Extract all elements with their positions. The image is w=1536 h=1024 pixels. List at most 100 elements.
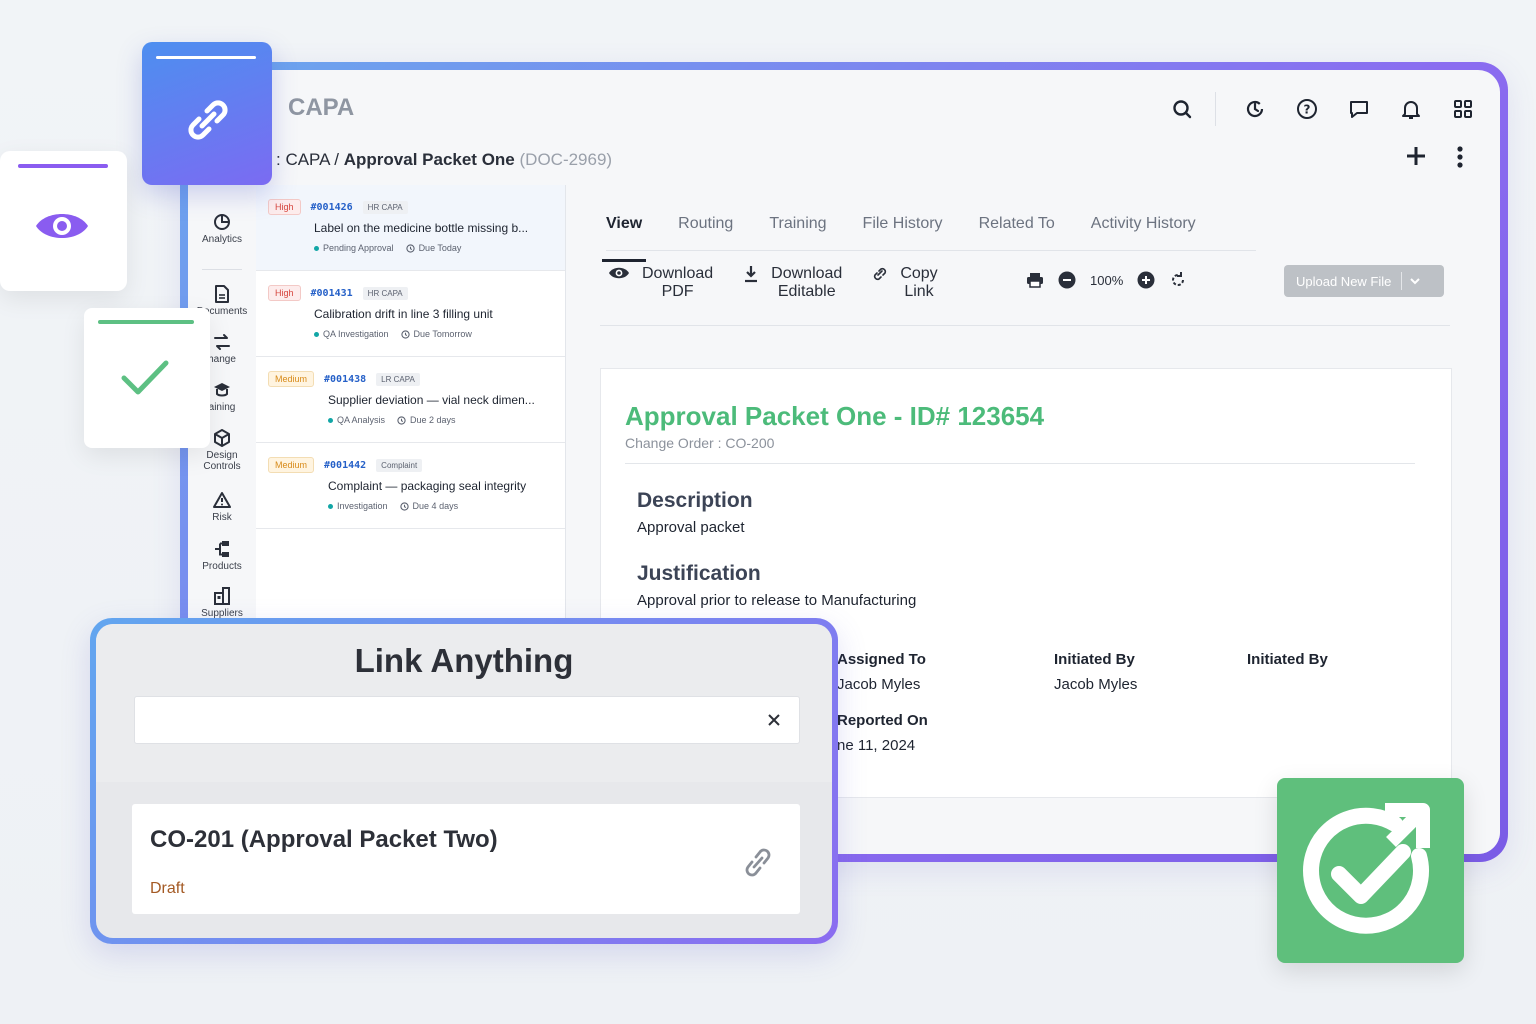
copy-link-label-1: Copy	[900, 265, 938, 282]
description-text: Approval packet	[637, 519, 745, 536]
item-tag: LR CAPA	[376, 372, 420, 386]
sidebar-item-analytics[interactable]: Analytics	[188, 213, 256, 245]
priority-badge: High	[268, 199, 301, 215]
status-dot	[314, 331, 319, 337]
eye-icon	[609, 267, 629, 279]
tab-related-to[interactable]: Related To	[979, 215, 1055, 250]
approve-feature-tile	[84, 308, 210, 448]
justification-heading: Justification	[637, 562, 761, 585]
sidebar-item-label: Products	[202, 561, 242, 572]
chevron-down-icon[interactable]	[1410, 277, 1421, 285]
apps-grid-icon[interactable]	[1450, 96, 1476, 122]
download-editable-label-2: Editable	[777, 283, 836, 300]
item-tag: Complaint	[376, 458, 423, 472]
clock-icon	[399, 501, 409, 511]
zoom-out-icon[interactable]	[1058, 271, 1076, 289]
priority-badge: Medium	[268, 371, 315, 387]
tab-activity-history[interactable]: Activity History	[1091, 215, 1196, 250]
tab-training[interactable]: Training	[769, 215, 826, 250]
item-title: Complaint — packaging seal integrity	[328, 479, 527, 493]
close-icon[interactable]	[765, 711, 783, 729]
zoom-controls: 100%	[1026, 271, 1201, 289]
item-meta: Pending Approval Due Today	[314, 243, 553, 253]
products-icon	[215, 541, 229, 557]
item-title: Supplier deviation — vial neck dimen...	[328, 393, 535, 407]
link-icon[interactable]	[740, 842, 776, 882]
item-number: #001438	[324, 373, 367, 385]
svg-text:?: ?	[1304, 103, 1311, 117]
rotate-icon[interactable]	[1169, 271, 1187, 289]
top-separator	[1215, 92, 1216, 126]
link-feature-tile	[142, 42, 272, 185]
sidebar-item-products[interactable]: Products	[188, 540, 256, 572]
item-due: Due Today	[418, 243, 462, 253]
view-feature-tile	[0, 151, 127, 291]
item-status: QA Analysis	[337, 415, 386, 425]
check-circle-arrow-icon	[1303, 803, 1430, 934]
initiated-by-label-2: Initiated By	[1247, 651, 1328, 668]
history-icon[interactable]	[1242, 96, 1268, 122]
item-due: Due Tomorrow	[413, 329, 472, 339]
document-title: Approval Packet One - ID# 123654	[625, 401, 1045, 431]
copy-link-button[interactable]: Copy Link	[872, 265, 938, 301]
item-due: Due 2 days	[410, 415, 456, 425]
download-editable-button[interactable]: Download Editable	[743, 265, 842, 301]
tab-bar: View Routing Training File History Relat…	[601, 215, 1256, 262]
list-item[interactable]: Medium #001442 Complaint Complaint — pac…	[256, 443, 565, 529]
link-search-input[interactable]	[135, 697, 735, 743]
link-search-field[interactable]	[134, 696, 800, 744]
eye-icon	[36, 214, 88, 238]
status-dot	[328, 417, 333, 423]
search-icon[interactable]	[1169, 96, 1195, 122]
app-logo	[1277, 778, 1464, 963]
result-status: Draft	[150, 880, 185, 897]
more-options-button[interactable]	[1450, 144, 1470, 172]
link-icon	[874, 267, 887, 281]
list-item[interactable]: Medium #001438 LR CAPA Supplier deviatio…	[256, 357, 565, 443]
help-icon[interactable]: ?	[1294, 96, 1320, 122]
breadcrumb-current: Approval Packet One	[343, 150, 515, 169]
tab-view[interactable]: View	[601, 215, 647, 262]
print-icon[interactable]	[1026, 272, 1044, 288]
link-result-card[interactable]: CO-201 (Approval Packet Two) Draft	[132, 804, 800, 914]
breadcrumb-separator: /	[334, 150, 340, 169]
download-pdf-button[interactable]: Download PDF	[608, 265, 713, 301]
sidebar-item-label: Analytics	[201, 234, 242, 245]
description-heading: Description	[637, 489, 753, 512]
item-meta: Investigation Due 4 days	[328, 501, 553, 511]
change-icon	[214, 334, 230, 350]
item-tag: HR CAPA	[362, 200, 408, 214]
list-item[interactable]: High #001431 HR CAPA Calibration drift i…	[256, 271, 565, 357]
add-button[interactable]	[1402, 142, 1430, 170]
link-panel-inner: Link Anything CO-201 (Approval Packet Tw…	[96, 624, 832, 938]
upload-new-file-button[interactable]: Upload New File	[1284, 265, 1444, 297]
copy-link-label-2: Link	[904, 283, 934, 300]
breadcrumb-parent[interactable]: : CAPA	[276, 150, 330, 169]
tile-bar	[98, 320, 194, 324]
item-due: Due 4 days	[412, 501, 459, 511]
warning-icon	[213, 492, 231, 508]
justification-text: Approval prior to release to Manufacturi…	[637, 592, 917, 609]
sidebar-item-risk[interactable]: Risk	[188, 491, 256, 523]
chat-icon[interactable]	[1346, 96, 1372, 122]
priority-badge: Medium	[268, 457, 315, 473]
list-item[interactable]: High #001426 HR CAPA Label on the medici…	[256, 185, 565, 271]
clock-icon	[400, 329, 410, 339]
document-icon	[215, 285, 229, 303]
sidebar-divider	[202, 269, 242, 270]
zoom-level: 100%	[1090, 272, 1124, 288]
item-title: Calibration drift in line 3 filling unit	[314, 307, 493, 321]
item-status: Pending Approval	[323, 243, 394, 253]
reported-on-label: Reported On	[837, 712, 928, 729]
initiated-by-label: Initiated By	[1054, 651, 1135, 668]
bell-icon[interactable]	[1398, 96, 1424, 122]
checkmark-icon	[121, 360, 169, 395]
download-pdf-label-2: PDF	[661, 283, 694, 300]
zoom-in-icon[interactable]	[1137, 271, 1155, 289]
tab-file-history[interactable]: File History	[863, 215, 943, 250]
item-number: #001431	[310, 287, 353, 299]
result-title: CO-201 (Approval Packet Two)	[150, 826, 498, 853]
tab-routing[interactable]: Routing	[678, 215, 733, 250]
sidebar-item-label: aining	[208, 402, 236, 413]
sidebar-item-suppliers[interactable]: Suppliers	[188, 587, 256, 619]
